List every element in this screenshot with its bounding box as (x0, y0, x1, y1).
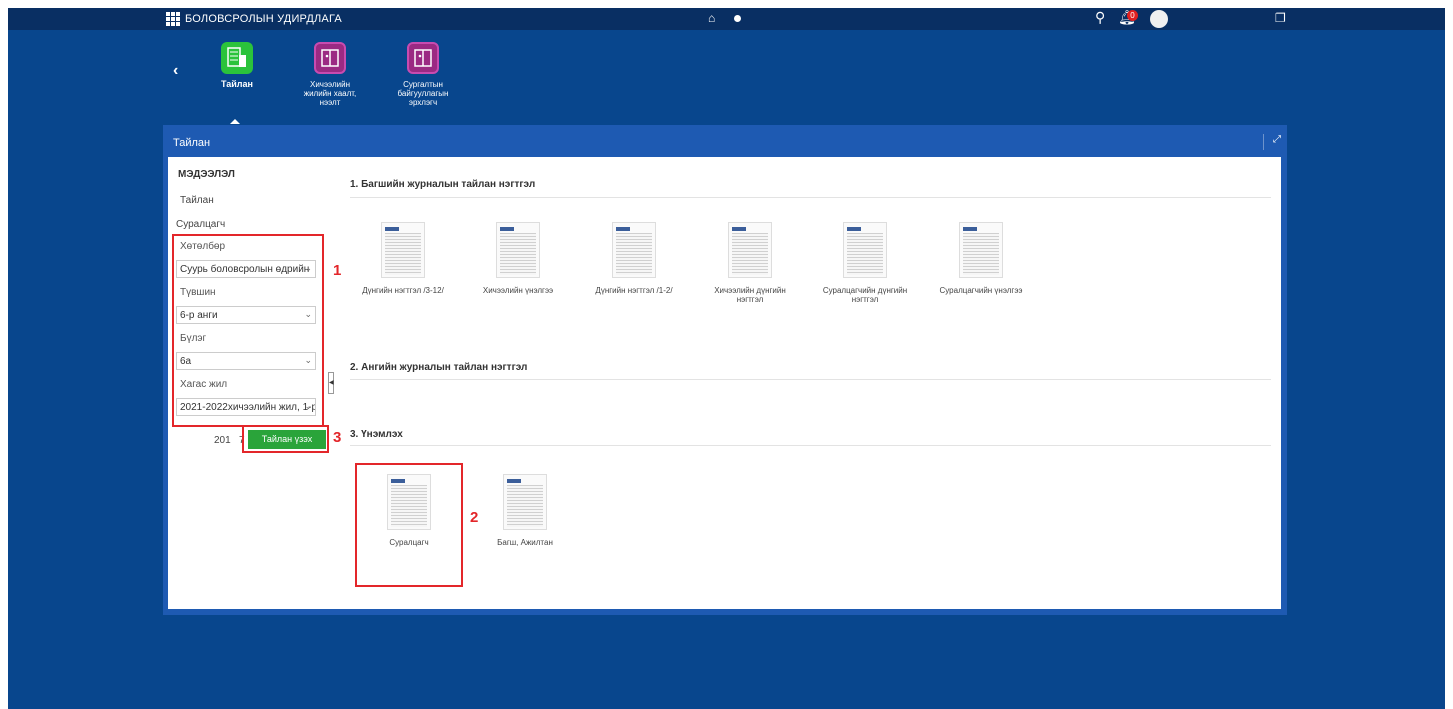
report-label: Дүнгийн нэгтгэл /1-2/ (595, 286, 673, 295)
back-arrow-icon[interactable]: ‹ (173, 62, 178, 80)
report-thumbnail (387, 474, 431, 530)
group-select[interactable]: 6а ⌄ (176, 352, 316, 370)
panel-header: Тайлан ⤢ (163, 125, 1287, 157)
group-select-value: 6а (180, 356, 192, 367)
section-title-id-card: 3. Үнэмлэх (350, 429, 403, 440)
report-thumbnail (503, 474, 547, 530)
report-thumbnail (959, 222, 1003, 278)
app-label: Тайлан (221, 80, 253, 89)
app-tile-year-closing[interactable]: Хичээлийн жилийн хаалт, нээлт (295, 42, 365, 107)
notification-badge: 0 (1127, 10, 1138, 21)
semester-select-value: 2021-2022хичээлийн жил, 1-р хагас (180, 402, 316, 413)
pager: 201 7 (214, 435, 245, 446)
avatar[interactable] (1150, 10, 1168, 28)
app-title: БОЛОВСРОЛЫН УДИРДЛАГА (185, 13, 342, 25)
level-select[interactable]: 6-р анги ⌄ (176, 306, 316, 324)
report-thumbnail (496, 222, 540, 278)
level-select-value: 6-р анги (180, 310, 218, 321)
section-title-teacher-journal: 1. Багшийн журналын тайлан нэгтгэл (350, 179, 536, 190)
report-tile[interactable]: Багш, Ажилтан (480, 474, 570, 547)
top-bar: БОЛОВСРОЛЫН УДИРДЛАГА ⌂ ⚲ 🔔︎ 0 ❐ (8, 8, 1445, 30)
report-tile[interactable]: Хичээлийн үнэлгээ (473, 222, 563, 295)
door-icon (314, 42, 346, 74)
panel-title: Тайлан (173, 137, 211, 149)
active-app-caret (230, 119, 240, 124)
report-thumbnail (612, 222, 656, 278)
report-thumbnail (381, 222, 425, 278)
app-tile-institution-head[interactable]: Сургалтын байгууллагын эрхлэгч (388, 42, 458, 107)
program-select[interactable]: Суурь боловсролын өдрийн ⌄ (176, 260, 316, 278)
home-icon[interactable]: ⌂ (708, 11, 715, 25)
semester-label: Хагас жил (180, 379, 228, 390)
program-label: Хөтөлбөр (180, 241, 226, 252)
report-thumbnail (843, 222, 887, 278)
report-tile[interactable]: Суралцагчийн үнэлгээ (936, 222, 1026, 295)
app-tile-report[interactable]: Тайлан (202, 42, 272, 107)
chevron-down-icon: ⌄ (304, 263, 312, 273)
annotation-2: 2 (470, 509, 479, 526)
chevron-down-icon: ⌄ (304, 355, 312, 365)
level-label: Түвшин (180, 287, 216, 298)
report-label: Дүнгийн нэгтгэл /3-12/ (362, 286, 444, 295)
report-label: Хичээлийн үнэлгээ (482, 286, 554, 295)
report-panel: Тайлан ⤢ МЭДЭЭЛЭЛ Тайлан Суралцагч 1 Хөт… (163, 125, 1287, 615)
annotation-3: 3 (333, 429, 342, 446)
section-title-class-journal: 2. Ангийн журналын тайлан нэгтгэл (350, 362, 528, 373)
windows-icon[interactable]: ❐ (1275, 11, 1286, 25)
report-tile[interactable]: Дүнгийн нэгтгэл /3-12/ (358, 222, 448, 295)
sidebar-item-student[interactable]: Суралцагч (176, 219, 225, 230)
divider (350, 445, 1271, 446)
semester-select[interactable]: 2021-2022хичээлийн жил, 1-р хагас ⌄ (176, 398, 316, 416)
app-label: Хичээлийн жилийн хаалт, нээлт (303, 80, 357, 107)
report-tile[interactable]: Хичээлийн дүнгийн нэгтгэл (705, 222, 795, 304)
report-tile[interactable]: Суралцагч (364, 474, 454, 547)
view-report-button[interactable]: Тайлан үзэх (248, 430, 326, 449)
annotation-1: 1 (333, 262, 342, 279)
report-label: Суралцагч (389, 538, 429, 547)
report-tile[interactable]: Суралцагчийн дүнгийн нэгтгэл (820, 222, 910, 304)
search-icon[interactable]: ⚲ (1095, 9, 1105, 26)
report-label: Суралцагчийн үнэлгээ (939, 286, 1023, 295)
sidebar-collapse-handle[interactable]: ◀ (328, 372, 334, 394)
sidebar-item-report[interactable]: Тайлан (180, 195, 214, 206)
report-label: Суралцагчийн дүнгийн нэгтгэл (822, 286, 908, 304)
panel-body: МЭДЭЭЛЭЛ Тайлан Суралцагч 1 Хөтөлбөр Суу… (168, 157, 1281, 609)
expand-icon[interactable]: ⤢ (1263, 134, 1281, 150)
sidebar-heading: МЭДЭЭЛЭЛ (178, 169, 235, 180)
door-icon (407, 42, 439, 74)
chevron-down-icon: ⌄ (304, 309, 312, 319)
app-grid-icon[interactable] (166, 12, 180, 26)
page-indicator-dot[interactable] (734, 15, 741, 22)
report-thumbnail (728, 222, 772, 278)
app-label: Сургалтын байгууллагын эрхлэгч (397, 80, 449, 107)
report-label: Хичээлийн дүнгийн нэгтгэл (714, 286, 786, 304)
report-tile[interactable]: Дүнгийн нэгтгэл /1-2/ (589, 222, 679, 295)
program-select-value: Суурь боловсролын өдрийн (180, 264, 310, 275)
divider (350, 379, 1271, 380)
chevron-down-icon: ⌄ (304, 401, 312, 411)
divider (350, 197, 1271, 198)
group-label: Бүлэг (180, 333, 207, 344)
report-label: Багш, Ажилтан (497, 538, 553, 547)
report-icon (221, 42, 253, 74)
pager-value-a: 201 (214, 435, 231, 446)
